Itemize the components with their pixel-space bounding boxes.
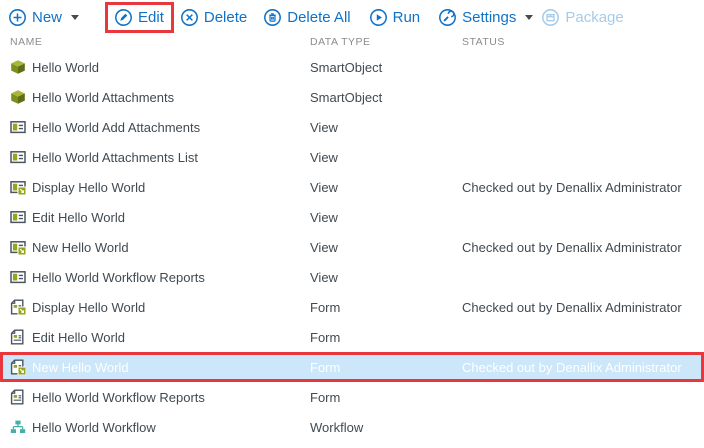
row-name-cell: Hello World Workflow Reports: [10, 269, 310, 285]
view-checkedout-icon: [10, 239, 26, 255]
chevron-down-icon[interactable]: [71, 15, 79, 20]
table-row[interactable]: Display Hello World FormChecked out by De…: [0, 292, 704, 322]
view-icon: [10, 149, 26, 165]
row-name-cell: New Hello World: [10, 239, 310, 255]
smartobject-icon: [10, 59, 26, 75]
toolbar-button-label: Package: [565, 10, 623, 25]
row-name: New Hello World: [32, 360, 129, 375]
table-row[interactable]: Hello World Workflow Reports Form: [0, 382, 704, 412]
toolbar-button-label: Delete All: [287, 10, 350, 25]
form-checkedout-icon: [10, 299, 26, 315]
toolbar-button-edit[interactable]: Edit: [114, 8, 164, 27]
toolbar-button-label: New: [32, 10, 62, 25]
wrench-circle-icon: [438, 8, 457, 27]
form-icon: [10, 329, 26, 345]
toolbar-button-label: Settings: [462, 10, 516, 25]
table-row[interactable]: Hello World Add Attachments View: [0, 112, 704, 142]
row-data-type: Workflow: [310, 420, 462, 435]
row-data-type: SmartObject: [310, 60, 462, 75]
row-status: Checked out by Denallix Administrator: [462, 240, 704, 255]
column-header-name: NAME: [10, 36, 310, 48]
row-name: Hello World Attachments: [32, 90, 174, 105]
view-icon: [10, 269, 26, 285]
workflow-icon: [10, 419, 26, 435]
row-name: Hello World Attachments List: [32, 150, 198, 165]
row-name-cell: Edit Hello World: [10, 329, 310, 345]
toolbar-button-delete-all[interactable]: Delete All: [263, 8, 350, 27]
row-name: Display Hello World: [32, 300, 145, 315]
row-status: Checked out by Denallix Administrator: [462, 360, 701, 375]
table-row[interactable]: Edit Hello World View: [0, 202, 704, 232]
toolbar-button-label: Edit: [138, 10, 164, 25]
row-data-type: SmartObject: [310, 90, 462, 105]
row-name-cell: Hello World Attachments List: [10, 149, 310, 165]
artifact-list: Hello WorldSmartObjectHello World Attach…: [0, 50, 704, 442]
row-name-cell: Hello World Add Attachments: [10, 119, 310, 135]
row-data-type: Form: [310, 360, 462, 375]
row-data-type: View: [310, 180, 462, 195]
table-row-selected[interactable]: New Hello World FormChecked out by Denall…: [0, 352, 704, 382]
toolbar-button-delete[interactable]: Delete: [180, 8, 247, 27]
row-name: Edit Hello World: [32, 330, 125, 345]
row-name: Display Hello World: [32, 180, 145, 195]
chevron-down-icon[interactable]: [525, 15, 533, 20]
play-circle-icon: [369, 8, 388, 27]
toolbar-button-new[interactable]: New: [8, 8, 62, 27]
toolbar-button-run[interactable]: Run: [369, 8, 421, 27]
row-data-type: View: [310, 120, 462, 135]
table-row[interactable]: Hello World Workflow Workflow: [0, 412, 704, 442]
row-data-type: View: [310, 270, 462, 285]
row-name: Hello World Workflow Reports: [32, 270, 205, 285]
row-name-cell: Edit Hello World: [10, 209, 310, 225]
row-name: Hello World Workflow: [32, 420, 156, 435]
annotation-box-edit: Edit: [105, 2, 174, 33]
row-data-type: Form: [310, 390, 462, 405]
row-name: Edit Hello World: [32, 210, 125, 225]
row-name: Hello World Add Attachments: [32, 120, 200, 135]
form-checkedout-icon: [10, 359, 26, 375]
toolbar-button-label: Delete: [204, 10, 247, 25]
row-name-cell: Hello World Workflow: [10, 419, 310, 435]
table-row[interactable]: Display Hello World ViewChecked out by De…: [0, 172, 704, 202]
package-circle-icon: [541, 8, 560, 27]
pencil-circle-icon: [114, 8, 133, 27]
row-status: Checked out by Denallix Administrator: [462, 300, 704, 315]
x-circle-icon: [180, 8, 199, 27]
row-name-cell: Display Hello World: [10, 299, 310, 315]
row-name: Hello World Workflow Reports: [32, 390, 205, 405]
view-icon: [10, 119, 26, 135]
row-status: Checked out by Denallix Administrator: [462, 180, 704, 195]
table-row[interactable]: Hello World SmartObject: [0, 52, 704, 82]
row-name-cell: Hello World Attachments: [10, 89, 310, 105]
row-name: Hello World: [32, 60, 99, 75]
row-name-cell: Display Hello World: [10, 179, 310, 195]
column-header-status: STATUS: [462, 36, 704, 48]
table-row[interactable]: Hello World Attachments SmartObject: [0, 82, 704, 112]
view-checkedout-icon: [10, 179, 26, 195]
table-row[interactable]: New Hello World ViewChecked out by Denall…: [0, 232, 704, 262]
row-data-type: View: [310, 150, 462, 165]
form-icon: [10, 389, 26, 405]
table-row[interactable]: Hello World Workflow Reports View: [0, 262, 704, 292]
smartobject-icon: [10, 89, 26, 105]
table-row[interactable]: Edit Hello World Form: [0, 322, 704, 352]
row-name-cell: Hello World: [10, 59, 310, 75]
row-data-type: Form: [310, 300, 462, 315]
row-name-cell: Hello World Workflow Reports: [10, 389, 310, 405]
row-data-type: View: [310, 240, 462, 255]
trash-circle-icon: [263, 8, 282, 27]
view-icon: [10, 209, 26, 225]
row-name-cell: New Hello World: [10, 359, 310, 375]
toolbar-button-settings[interactable]: Settings: [438, 8, 516, 27]
toolbar-button-package: Package: [541, 8, 623, 27]
table-row[interactable]: Hello World Attachments List View: [0, 142, 704, 172]
toolbar: New Edit Delete Delete All Run Settings Packag…: [0, 0, 704, 34]
row-name: New Hello World: [32, 240, 129, 255]
row-data-type: Form: [310, 330, 462, 345]
row-data-type: View: [310, 210, 462, 225]
table-header: NAME DATA TYPE STATUS: [0, 34, 704, 50]
plus-circle-icon: [8, 8, 27, 27]
column-header-data-type: DATA TYPE: [310, 36, 462, 48]
toolbar-button-label: Run: [393, 10, 421, 25]
